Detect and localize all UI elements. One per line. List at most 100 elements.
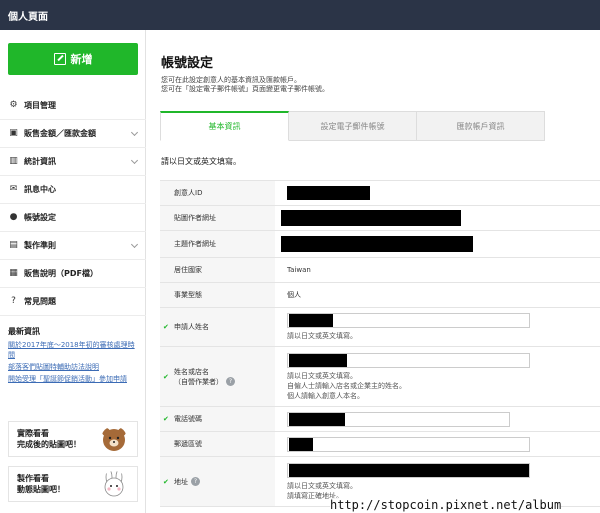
sidebar-item-label: 販售金額／匯款金額 (24, 129, 96, 138)
main-content: 帳號設定 您可在此設定創意人的基本資訊及匯款帳戶。 您可在「設定電子郵件帳號」頁… (147, 30, 600, 513)
applicant-name-input[interactable] (287, 313, 530, 328)
redacted-value (281, 236, 473, 252)
applicant-name-field: 請以日文或英文填寫。 (275, 308, 600, 346)
sidebar-item-sales[interactable]: ▣ 販售金額／匯款金額 (0, 120, 146, 148)
applicant-name-label: 申請人姓名 (160, 308, 275, 346)
sidebar-item-pdf[interactable]: ▦ 販售說明（PDF檔） (0, 260, 146, 288)
tab-bar: 基本資訊 設定電子郵件帳號 匯款帳戶資訊 (160, 111, 545, 141)
help-icon[interactable]: ? (226, 377, 235, 386)
row-theme-url: 主題作者網址 (160, 231, 600, 258)
phone-label: 電話號碼 (160, 407, 275, 431)
sidebar-item-label: 製作準則 (24, 241, 56, 250)
redacted-value (289, 437, 313, 451)
tab-email-settings[interactable]: 設定電子郵件帳號 (289, 111, 417, 141)
wallet-icon: ▣ (9, 128, 18, 138)
promo-text: 製作看看 動態貼圖吧！ (17, 473, 65, 495)
sidebar-item-account[interactable]: ● 帳號設定 (0, 204, 146, 232)
sidebar-item-label: 販售說明（PDF檔） (24, 269, 98, 278)
redacted-value (287, 186, 370, 200)
news-section: 最新資訊 關於2017年底～2018年初的審核處理時間 部落客們貼圖特輔助訪法說… (8, 326, 138, 386)
phone-field (275, 407, 600, 431)
zip-label: 郵遞區號 (160, 432, 275, 456)
zip-input[interactable] (287, 436, 530, 452)
user-icon: ● (9, 212, 18, 222)
row-zip: 郵遞區號 (160, 432, 600, 457)
news-link[interactable]: 部落客們貼圖特輔助訪法說明 (8, 362, 138, 372)
hint-line: 請以日文或英文填寫。 (287, 481, 357, 490)
help-icon[interactable]: ? (191, 477, 200, 486)
row-phone: 電話號碼 (160, 407, 600, 432)
sidebar-item-stats[interactable]: ▥ 統計資訊 (0, 148, 146, 176)
tab-basic-info[interactable]: 基本資訊 (160, 111, 289, 141)
store-name-hint: 請以日文或英文填寫。 自僱人士請輸入店名或企業主的姓名。 個人請輸入創意人本名。 (287, 371, 600, 401)
store-name-field: 請以日文或英文填寫。 自僱人士請輸入店名或企業主的姓名。 個人請輸入創意人本名。 (275, 347, 600, 406)
mail-icon: ✉ (9, 184, 18, 194)
sidebar-item-label: 項目管理 (24, 101, 56, 110)
address-label-text: 地址 (174, 477, 188, 486)
promo-banner-preview[interactable]: 實際看看 完成後的貼圖吧！ (8, 421, 138, 457)
sidebar-item-faq[interactable]: ? 常見問題 (0, 288, 146, 316)
news-link[interactable]: 關於2017年底～2018年初的審核處理時間 (8, 340, 138, 360)
redacted-value (289, 353, 347, 367)
row-business-type: 事業型態 個人 (160, 283, 600, 308)
promo-text: 實際看看 完成後的貼圖吧！ (17, 428, 81, 450)
chart-icon: ▥ (9, 156, 18, 166)
new-button[interactable]: 新增 (8, 43, 138, 75)
top-bar: 個人頁面 (0, 0, 600, 30)
page-title: 帳號設定 (161, 56, 214, 71)
description-line: 您可在此設定創意人的基本資訊及匯款帳戶。 (161, 76, 301, 84)
promo-line: 完成後的貼圖吧！ (17, 440, 81, 449)
sidebar-item-label: 訊息中心 (24, 185, 56, 194)
sticker-url-label: 貼圖作者網址 (160, 206, 275, 230)
row-sticker-url: 貼圖作者網址 (160, 206, 600, 231)
store-name-label-text: 姓名或店名 （自營作業者） ? (174, 367, 235, 387)
news-link[interactable]: 開始受理「聖誕節促銷活動」參加申請 (8, 374, 138, 384)
chevron-down-icon (130, 240, 139, 249)
sidebar-item-messages[interactable]: ✉ 訊息中心 (0, 176, 146, 204)
label-line-row: （自營作業者） ? (174, 377, 235, 387)
description-line: 您可在「設定電子郵件帳號」頁面變更電子郵件帳號。 (161, 85, 329, 93)
address-label: 地址 ? (160, 457, 275, 506)
country-value: Taiwan (287, 266, 311, 274)
label-line: 姓名或店名 (174, 367, 209, 376)
theme-url-value (275, 231, 600, 257)
tab-bank-account[interactable]: 匯款帳戶資訊 (417, 111, 545, 141)
store-name-input[interactable] (287, 352, 530, 368)
promo-line: 實際看看 (17, 429, 49, 438)
creator-id-label: 創意人ID (160, 181, 275, 205)
document-icon: ▤ (9, 240, 18, 250)
promo-line: 動態貼圖吧！ (17, 485, 65, 494)
address-input[interactable] (287, 462, 530, 478)
promo-banner-animated[interactable]: 製作看看 動態貼圖吧！ (8, 466, 138, 502)
form-note: 請以日文或英文填寫。 (161, 157, 241, 166)
redacted-value (289, 463, 529, 477)
row-creator-id: 創意人ID (160, 181, 600, 206)
country-label: 居住國家 (160, 258, 275, 282)
news-title: 最新資訊 (8, 327, 40, 336)
sidebar-item-guidelines[interactable]: ▤ 製作準則 (0, 232, 146, 260)
row-store-name: 姓名或店名 （自營作業者） ? 請以日文或英文填寫。 自僱人士請輸入店名或企業主… (160, 347, 600, 407)
row-country: 居住國家 Taiwan (160, 258, 600, 283)
sidebar-item-project[interactable]: ⚙ 項目管理 (0, 92, 146, 120)
creator-id-value (275, 181, 600, 205)
sidebar-menu: ⚙ 項目管理 ▣ 販售金額／匯款金額 ▥ 統計資訊 ✉ 訊息中心 ● 帳號設定 … (0, 92, 146, 316)
bear-character-icon (102, 428, 126, 451)
redacted-value (289, 412, 345, 426)
phone-input[interactable] (287, 411, 510, 427)
page-description: 您可在此設定創意人的基本資訊及匯款帳戶。 您可在「設定電子郵件帳號」頁面變更電子… (161, 76, 329, 94)
sticker-url-value (275, 206, 600, 230)
redacted-value (281, 210, 461, 226)
chevron-down-icon (130, 128, 139, 137)
new-button-label: 新增 (70, 53, 93, 66)
applicant-name-hint: 請以日文或英文填寫。 (287, 332, 357, 340)
pdf-icon: ▦ (9, 268, 18, 278)
edit-icon (53, 53, 66, 65)
business-type-value: 個人 (287, 291, 301, 299)
topbar-title: 個人頁面 (8, 12, 48, 23)
rabbit-character-icon (104, 471, 124, 497)
theme-url-label: 主題作者網址 (160, 231, 275, 257)
chevron-down-icon (130, 156, 139, 165)
store-name-label: 姓名或店名 （自營作業者） ? (160, 347, 275, 406)
gear-icon: ⚙ (9, 100, 18, 110)
account-form: 創意人ID 貼圖作者網址 主題作者網址 居住國家 Taiwan 事業型態 個人 (160, 180, 600, 507)
